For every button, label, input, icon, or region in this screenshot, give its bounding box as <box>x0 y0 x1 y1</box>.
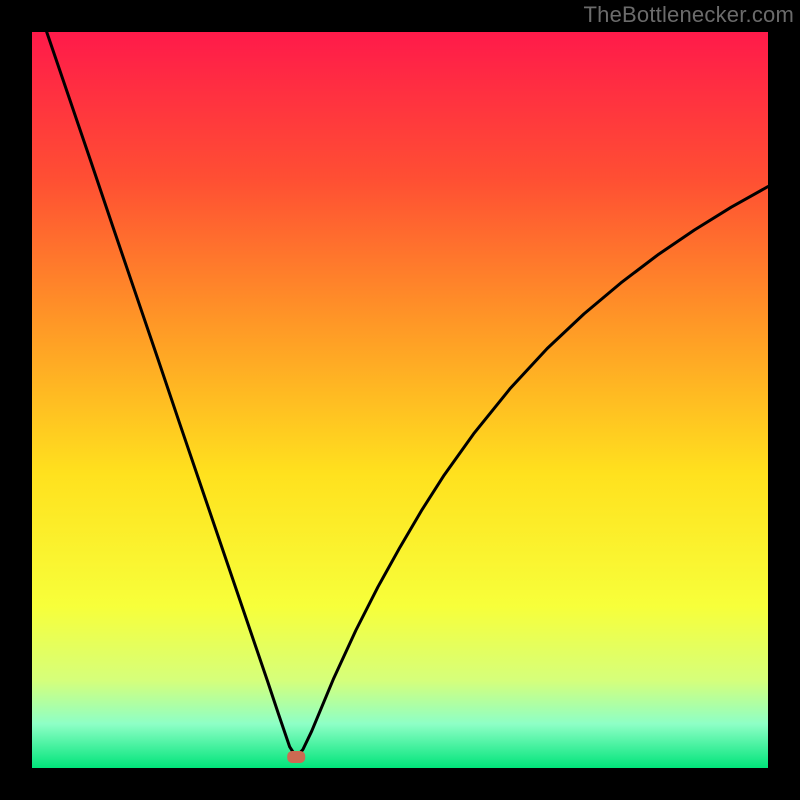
chart-background <box>32 32 768 768</box>
watermark-text: TheBottlenecker.com <box>584 2 794 28</box>
chart-frame: TheBottlenecker.com <box>0 0 800 800</box>
chart-svg <box>32 32 768 768</box>
chart-plot-area <box>32 32 768 768</box>
minimum-marker <box>287 751 305 763</box>
